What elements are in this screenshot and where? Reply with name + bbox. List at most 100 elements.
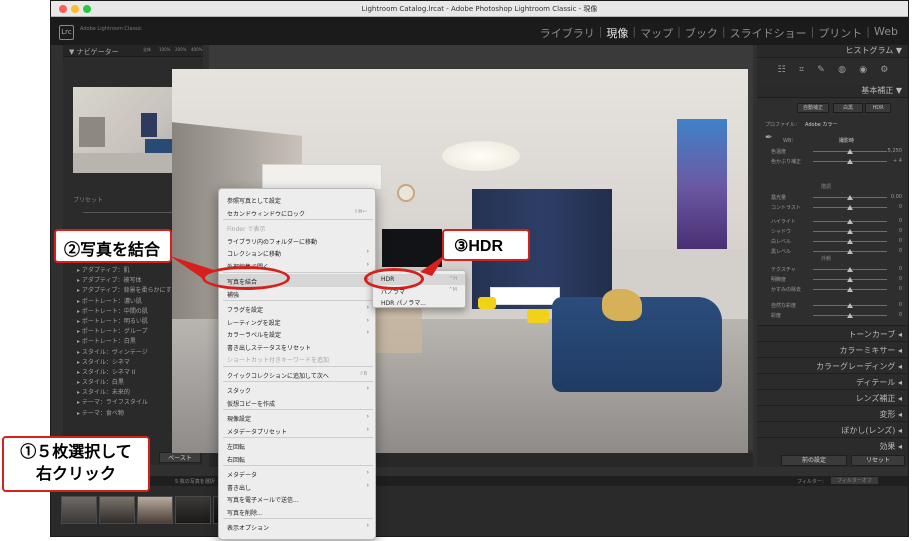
slider-knob[interactable] xyxy=(847,267,853,272)
develop-slider[interactable]: コントラスト 0 xyxy=(757,203,908,212)
context-menu-item[interactable]: クイックコレクションに追加して次へ ⇧B xyxy=(219,368,375,381)
film-thumbnail[interactable] xyxy=(137,496,173,524)
develop-slider[interactable]: シャドウ 0 xyxy=(757,227,908,236)
slider-value[interactable]: 0 xyxy=(899,276,902,282)
collapsed-panel-header[interactable]: カラーグレーディング ◂ xyxy=(757,357,908,372)
collapsed-panel-header[interactable]: レンズ補正 ◂ xyxy=(757,389,908,404)
slider-knob[interactable] xyxy=(847,287,853,292)
context-menu-item[interactable]: 仮想コピーを作成 xyxy=(219,396,375,409)
zoom-fit[interactable]: 全体 xyxy=(143,47,151,53)
context-menu-item[interactable]: 写真を削除... xyxy=(219,505,375,518)
film-thumbnail[interactable] xyxy=(175,496,211,524)
develop-slider[interactable]: 色温度 5,250 xyxy=(757,147,908,156)
slider-value[interactable]: 0 xyxy=(899,302,902,308)
context-menu-item[interactable]: 表示オプション › xyxy=(219,520,375,533)
develop-slider[interactable]: 彩度 0 xyxy=(757,311,908,320)
develop-slider[interactable]: 自然な彩度 0 xyxy=(757,301,908,310)
module-map[interactable]: マップ xyxy=(640,25,673,41)
context-menu-item[interactable]: カラーラベルを設定 › xyxy=(219,327,375,340)
context-menu-item[interactable]: 現像設定 › xyxy=(219,411,375,424)
reset-button[interactable]: リセット xyxy=(851,455,905,466)
module-book[interactable]: ブック xyxy=(685,25,718,41)
develop-slider[interactable]: かすみの除去 0 xyxy=(757,285,908,294)
sliders-icon[interactable]: ☷ xyxy=(778,65,786,81)
develop-slider[interactable]: テクスチャ 0 xyxy=(757,265,908,274)
slider-knob[interactable] xyxy=(847,159,853,164)
develop-slider[interactable]: 露光量 0.00 xyxy=(757,193,908,202)
collapsed-panel-header[interactable]: ディテール ◂ xyxy=(757,373,908,388)
slider-knob[interactable] xyxy=(847,205,853,210)
basic-panel-header[interactable]: 基本補正 ▼ xyxy=(757,85,908,98)
healing-icon[interactable]: ✎ xyxy=(817,65,825,81)
slider-value[interactable]: 0 xyxy=(899,204,902,210)
slider-value[interactable]: 0 xyxy=(899,238,902,244)
context-menu-item[interactable]: メタデータ › xyxy=(219,467,375,480)
collapsed-panel-header[interactable]: 変形 ◂ xyxy=(757,405,908,420)
module-web[interactable]: Web xyxy=(874,25,898,41)
slider-value[interactable]: 0 xyxy=(899,266,902,272)
slider-knob[interactable] xyxy=(847,249,853,254)
masking-icon[interactable]: ◍ xyxy=(838,65,846,81)
zoom-200[interactable]: 200% xyxy=(175,47,186,52)
slider-knob[interactable] xyxy=(847,277,853,282)
profile-select[interactable]: Adobe カラー xyxy=(805,121,837,128)
settings-icon[interactable]: ⚙ xyxy=(880,65,888,81)
white-balance-eyedropper-icon[interactable]: ✒ xyxy=(765,133,773,143)
develop-slider[interactable]: 黒レベル 0 xyxy=(757,247,908,256)
develop-slider[interactable]: ハイライト 0 xyxy=(757,217,908,226)
zoom-100[interactable]: 100% xyxy=(159,47,170,52)
context-menu-item[interactable]: 書き出し › xyxy=(219,480,375,493)
context-menu-item[interactable]: レーティングを設定 › xyxy=(219,315,375,328)
context-menu-item[interactable]: フラグを設定 › xyxy=(219,302,375,315)
slider-value[interactable]: 0 xyxy=(899,286,902,292)
redeye-icon[interactable]: ◉ xyxy=(859,65,867,81)
context-menu-item[interactable]: コレクションに移動 › xyxy=(219,246,375,259)
develop-slider[interactable]: 色かぶり補正 + 4 xyxy=(757,157,908,166)
submenu-hdr-panorama[interactable]: HDR パノラマ... xyxy=(373,296,465,307)
slider-value[interactable]: 0 xyxy=(899,228,902,234)
module-slideshow[interactable]: スライドショー xyxy=(730,25,807,41)
slider-knob[interactable] xyxy=(847,229,853,234)
slider-value[interactable]: 0 xyxy=(899,248,902,254)
slider-value[interactable]: 5,250 xyxy=(888,148,902,154)
filter-dropdown[interactable]: フィルターオフ xyxy=(831,477,878,484)
wb-select[interactable]: 撮影時 xyxy=(839,137,854,144)
develop-slider[interactable]: 明瞭度 0 xyxy=(757,275,908,284)
context-menu-item[interactable]: 書き出しステータスをリセット xyxy=(219,340,375,353)
context-menu-item[interactable]: 右回転 xyxy=(219,452,375,465)
zoom-400[interactable]: 400% xyxy=(191,47,202,52)
paste-button[interactable]: ペースト xyxy=(159,452,201,463)
slider-knob[interactable] xyxy=(847,219,853,224)
film-thumbnail[interactable] xyxy=(61,496,97,524)
slider-knob[interactable] xyxy=(847,239,853,244)
context-menu-item[interactable]: メタデータプリセット › xyxy=(219,424,375,437)
slider-value[interactable]: 0.00 xyxy=(891,194,902,200)
collapsed-panel-header[interactable]: カラーミキサー ◂ xyxy=(757,341,908,356)
hdr-button[interactable]: HDR xyxy=(865,103,891,113)
slider-value[interactable]: 0 xyxy=(899,218,902,224)
collapsed-panel-header[interactable]: トーンカーブ ◂ xyxy=(757,325,908,340)
context-menu-item[interactable]: 参照写真として設定 xyxy=(219,193,375,206)
auto-button[interactable]: 自動補正 xyxy=(797,103,829,113)
module-library[interactable]: ライブラリ xyxy=(540,25,595,41)
context-menu-item[interactable]: ライブラリ内のフォルダーに移動 xyxy=(219,234,375,247)
collapsed-panel-header[interactable]: 効果 ◂ xyxy=(757,437,908,452)
module-print[interactable]: プリント xyxy=(818,25,862,41)
develop-slider[interactable]: 白レベル 0 xyxy=(757,237,908,246)
previous-settings-button[interactable]: 前の設定 xyxy=(781,455,847,466)
film-thumbnail[interactable] xyxy=(99,496,135,524)
context-menu-item[interactable]: セカンドウィンドウにロック ⇧⌘↩ xyxy=(219,206,375,219)
context-menu-item[interactable]: スタック › xyxy=(219,383,375,396)
context-menu-item[interactable]: 左回転 xyxy=(219,439,375,452)
slider-knob[interactable] xyxy=(847,149,853,154)
context-menu-item[interactable]: 写真を電子メールで送信... xyxy=(219,492,375,505)
slider-knob[interactable] xyxy=(847,313,853,318)
slider-knob[interactable] xyxy=(847,195,853,200)
slider-knob[interactable] xyxy=(847,303,853,308)
crop-icon[interactable]: ⌗ xyxy=(799,65,804,81)
module-develop[interactable]: 現像 xyxy=(606,25,628,41)
collapsed-panel-header[interactable]: ぼかし(レンズ) ◂ xyxy=(757,421,908,436)
navigator-header[interactable]: ▼ ナビゲーター 全体 100% 200% 400% xyxy=(63,45,203,57)
slider-value[interactable]: + 4 xyxy=(893,158,902,164)
histogram-header[interactable]: ヒストグラム ▼ xyxy=(757,45,908,58)
